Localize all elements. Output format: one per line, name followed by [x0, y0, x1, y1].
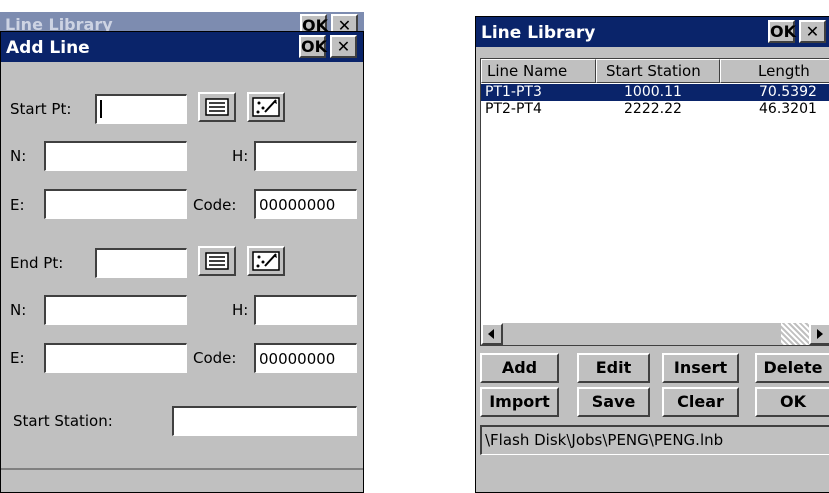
scroll-left-button[interactable] — [481, 323, 503, 345]
end-pt-list-button[interactable] — [198, 246, 236, 276]
e2-field[interactable] — [44, 343, 187, 373]
arrow-left-icon — [488, 329, 494, 339]
length-cell: 46.3201 — [759, 101, 817, 117]
n2-field[interactable] — [44, 295, 187, 325]
start-pt-label: Start Pt: — [10, 100, 72, 118]
clear-button[interactable]: Clear — [662, 387, 739, 417]
ok-bottom-button[interactable]: OK — [755, 387, 829, 417]
column-header-line-name[interactable]: Line Name — [481, 59, 596, 83]
arrow-right-icon — [817, 329, 823, 339]
map-pick-icon — [252, 251, 280, 271]
insert-button[interactable]: Insert — [662, 353, 739, 383]
column-header-start-station[interactable]: Start Station — [596, 59, 720, 83]
h1-field[interactable] — [254, 141, 357, 171]
e1-label: E: — [10, 196, 25, 214]
code1-field[interactable]: 00000000 — [254, 189, 357, 219]
line-library-titlebar: Line Library OK ✕ — [476, 17, 829, 47]
table-row[interactable]: PT1-PT3 1000.11 70.5392 — [481, 84, 829, 101]
edit-button[interactable]: Edit — [577, 353, 650, 383]
end-pt-label: End Pt: — [10, 254, 64, 272]
ok-button[interactable]: OK — [299, 35, 327, 58]
e2-label: E: — [10, 349, 25, 367]
scroll-right-button[interactable] — [809, 323, 829, 345]
add-button[interactable]: Add — [480, 353, 559, 383]
map-pick-icon — [252, 97, 280, 117]
n2-label: N: — [10, 301, 27, 319]
h1-label: H: — [232, 147, 249, 165]
h2-field[interactable] — [254, 295, 357, 325]
close-button[interactable]: ✕ — [799, 20, 826, 43]
line-library-dialog: Line Library OK ✕ Line Name Start Statio… — [475, 16, 829, 493]
column-header-length[interactable]: Length — [720, 59, 829, 83]
add-line-dialog: Add Line OK ✕ Start Pt: N: H: E: Code: 0… — [0, 31, 364, 493]
start-station-cell: 2222.22 — [624, 101, 682, 117]
end-pt-field[interactable] — [95, 248, 187, 278]
code2-label: Code: — [193, 349, 237, 367]
start-station-field[interactable] — [172, 406, 357, 436]
length-cell: 70.5392 — [759, 84, 817, 100]
start-pt-list-button[interactable] — [198, 92, 236, 122]
h2-label: H: — [232, 301, 249, 319]
import-button[interactable]: Import — [480, 387, 559, 417]
ok-button[interactable]: OK — [768, 20, 796, 43]
delete-button[interactable]: Delete — [755, 353, 829, 383]
end-pt-map-button[interactable] — [247, 246, 285, 276]
dialog-title: Line Library — [481, 23, 596, 43]
save-button[interactable]: Save — [577, 387, 650, 417]
scroll-track[interactable] — [781, 323, 809, 345]
start-station-label: Start Station: — [13, 412, 113, 430]
list-icon — [205, 98, 229, 116]
table-row[interactable]: PT2-PT4 2222.22 46.3201 — [481, 101, 829, 118]
file-path-display: \Flash Disk\Jobs\PENG\PENG.lnb — [480, 425, 829, 455]
n1-field[interactable] — [44, 141, 187, 171]
code1-label: Code: — [193, 196, 237, 214]
n1-label: N: — [10, 147, 27, 165]
horizontal-scrollbar[interactable] — [481, 323, 829, 345]
start-station-cell: 1000.11 — [624, 84, 682, 100]
line-name-cell: PT2-PT4 — [485, 101, 542, 117]
dialog-title: Add Line — [6, 38, 90, 58]
start-pt-map-button[interactable] — [247, 92, 285, 122]
code2-field[interactable]: 00000000 — [254, 343, 357, 373]
line-name-cell: PT1-PT3 — [485, 84, 542, 100]
add-line-titlebar: Add Line OK ✕ — [1, 32, 363, 62]
list-icon — [205, 252, 229, 270]
status-bar — [1, 470, 363, 492]
line-list[interactable]: Line Name Start Station Length PT1-PT3 1… — [480, 58, 829, 346]
e1-field[interactable] — [44, 189, 187, 219]
start-pt-field[interactable] — [95, 94, 187, 124]
close-button[interactable]: ✕ — [330, 35, 357, 58]
